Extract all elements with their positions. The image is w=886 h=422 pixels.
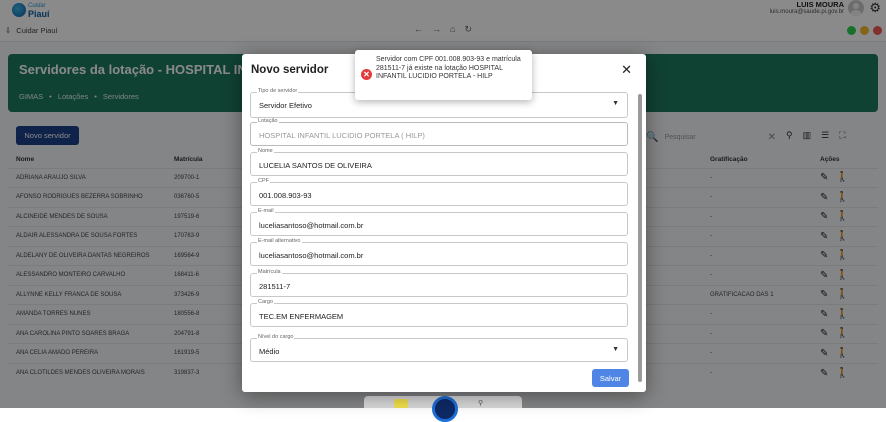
field-value: luceliasantoso@hotmail.com.br xyxy=(259,221,364,230)
lotacao-field: Lotação HOSPITAL INFANTIL LUCIDIO PORTEL… xyxy=(250,118,628,146)
chevron-down-icon: ▼ xyxy=(612,346,619,353)
close-icon[interactable]: ✕ xyxy=(621,62,632,78)
dialog-title: Novo servidor xyxy=(251,64,329,76)
app-icon[interactable] xyxy=(394,399,408,408)
toast-message: Servidor com CPF 001.008.903-93 e matríc… xyxy=(376,56,521,80)
nome-field[interactable]: Nome LUCELIA SANTOS DE OLIVEIRA xyxy=(250,148,628,176)
field-value: Servidor Efetivo xyxy=(259,101,312,110)
email-alternativo-field[interactable]: E-mail alternativo luceliasantoso@hotmai… xyxy=(250,238,628,266)
field-label: Tipo de servidor xyxy=(257,88,299,94)
field-label: Lotação xyxy=(257,118,279,124)
error-toast: ✕ Servidor com CPF 001.008.903-93 e matr… xyxy=(355,50,532,100)
cargo-field[interactable]: Cargo TEC.EM ENFERMAGEM xyxy=(250,299,628,327)
field-value: 281511-7 xyxy=(259,282,291,291)
save-button[interactable]: Salvar xyxy=(592,369,629,387)
field-value: TEC.EM ENFERMAGEM xyxy=(259,312,344,321)
field-label: E-mail xyxy=(257,208,275,214)
field-label: Nível do cargo xyxy=(257,334,295,340)
error-icon: ✕ xyxy=(361,69,372,80)
field-label: Nome xyxy=(257,148,274,154)
app-icon-active[interactable] xyxy=(432,396,458,422)
email-field[interactable]: E-mail luceliasantoso@hotmail.com.br xyxy=(250,208,628,236)
field-value: LUCELIA SANTOS DE OLIVEIRA xyxy=(259,161,372,170)
chevron-down-icon: ▼ xyxy=(612,100,619,107)
field-value: luceliasantoso@hotmail.com.br xyxy=(259,251,364,260)
field-value: HOSPITAL INFANTIL LUCIDIO PORTELA ( HILP… xyxy=(259,131,425,140)
field-label: CPF xyxy=(257,178,270,184)
field-value: Médio xyxy=(259,347,280,356)
nivel-cargo-select[interactable]: Nível do cargo Médio ▼ xyxy=(250,334,628,362)
field-value: 001.008.903-93 xyxy=(259,191,312,200)
app-icon[interactable]: ⚲ xyxy=(478,399,492,408)
dialog-scrollbar[interactable] xyxy=(638,94,642,382)
field-label: Cargo xyxy=(257,299,274,305)
field-label: Matrícula xyxy=(257,269,282,275)
field-label: E-mail alternativo xyxy=(257,238,302,244)
cpf-field[interactable]: CPF 001.008.903-93 xyxy=(250,178,628,206)
novo-servidor-dialog: Novo servidor ✕ Tipo de servidor Servido… xyxy=(242,54,646,392)
matricula-field[interactable]: Matrícula 281511-7 xyxy=(250,269,628,297)
